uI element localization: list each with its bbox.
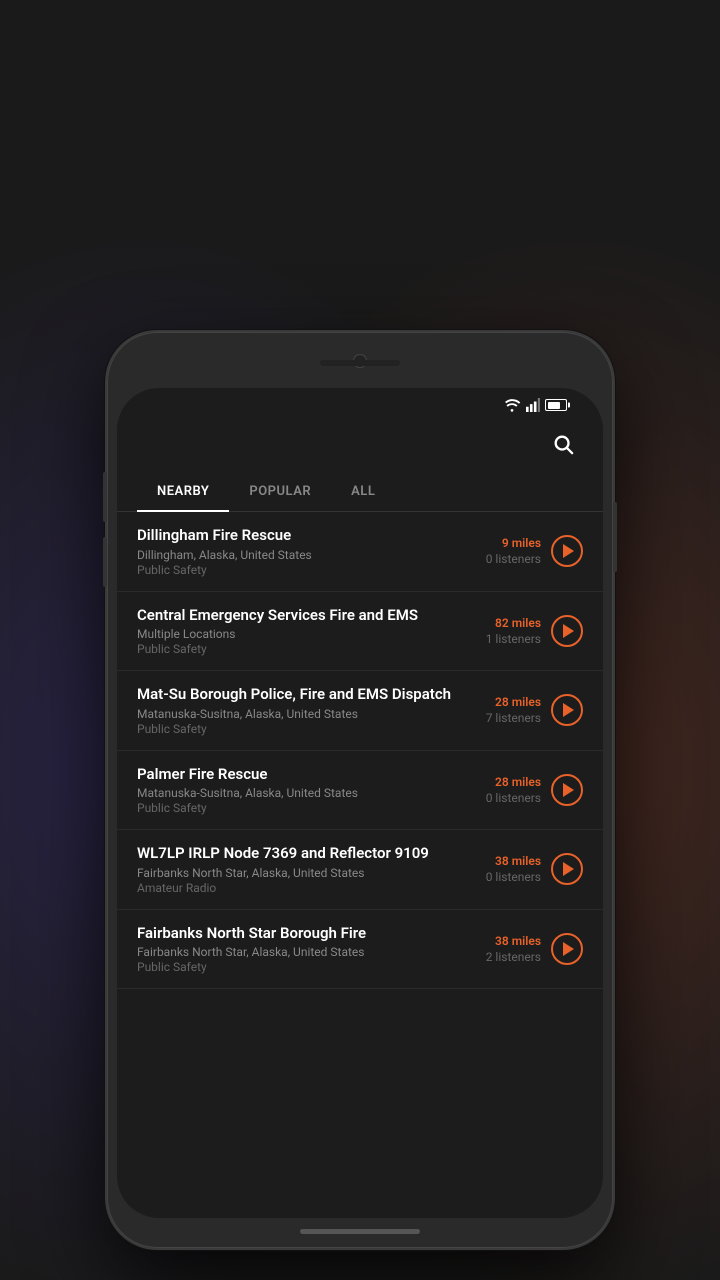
- item-name: Fairbanks North Star Borough Fire: [137, 924, 461, 944]
- item-name: Palmer Fire Rescue: [137, 765, 461, 785]
- item-meta: 9 miles 0 listeners: [471, 536, 541, 566]
- item-distance: 28 miles: [495, 695, 541, 709]
- item-listeners: 7 listeners: [486, 711, 541, 725]
- power-button: [613, 502, 617, 572]
- phone-shell: NEARBY POPULAR ALL Dillingham Fire Rescu…: [105, 330, 615, 1250]
- item-listeners: 1 listeners: [486, 632, 541, 646]
- item-info: Fairbanks North Star Borough Fire Fairba…: [137, 924, 461, 975]
- item-meta: 82 miles 1 listeners: [471, 616, 541, 646]
- volume-up-button: [103, 472, 107, 522]
- play-icon: [563, 942, 574, 956]
- tab-popular[interactable]: POPULAR: [229, 474, 331, 511]
- item-category: Amateur Radio: [137, 881, 461, 895]
- list-item[interactable]: Mat-Su Borough Police, Fire and EMS Disp…: [117, 671, 603, 751]
- item-info: Central Emergency Services Fire and EMS …: [137, 606, 461, 657]
- item-listeners: 0 listeners: [486, 870, 541, 884]
- item-distance: 38 miles: [495, 854, 541, 868]
- item-distance: 9 miles: [502, 536, 541, 550]
- list-item[interactable]: WL7LP IRLP Node 7369 and Reflector 9109 …: [117, 830, 603, 910]
- list-item[interactable]: Central Emergency Services Fire and EMS …: [117, 592, 603, 672]
- tab-all[interactable]: ALL: [331, 474, 395, 511]
- volume-down-button: [103, 537, 107, 587]
- phone-mockup: NEARBY POPULAR ALL Dillingham Fire Rescu…: [105, 330, 615, 1250]
- item-info: Dillingham Fire Rescue Dillingham, Alask…: [137, 526, 461, 577]
- item-name: Central Emergency Services Fire and EMS: [137, 606, 461, 626]
- item-location: Fairbanks North Star, Alaska, United Sta…: [137, 866, 461, 880]
- signal-icon: [526, 398, 540, 412]
- play-button[interactable]: [551, 615, 583, 647]
- item-location: Dillingham, Alaska, United States: [137, 548, 461, 562]
- item-info: WL7LP IRLP Node 7369 and Reflector 9109 …: [137, 844, 461, 895]
- item-category: Public Safety: [137, 642, 461, 656]
- item-name: Mat-Su Borough Police, Fire and EMS Disp…: [137, 685, 461, 705]
- wifi-icon: [503, 398, 521, 412]
- play-icon: [563, 703, 574, 717]
- item-listeners: 2 listeners: [486, 950, 541, 964]
- item-meta: 28 miles 0 listeners: [471, 775, 541, 805]
- item-meta: 38 miles 0 listeners: [471, 854, 541, 884]
- item-location: Matanuska-Susitna, Alaska, United States: [137, 707, 461, 721]
- play-icon: [563, 862, 574, 876]
- item-meta: 38 miles 2 listeners: [471, 934, 541, 964]
- tabs-bar: NEARBY POPULAR ALL: [117, 474, 603, 512]
- item-category: Public Safety: [137, 960, 461, 974]
- battery-icon: [545, 399, 567, 411]
- item-distance: 82 miles: [495, 616, 541, 630]
- item-name: WL7LP IRLP Node 7369 and Reflector 9109: [137, 844, 461, 864]
- play-button[interactable]: [551, 694, 583, 726]
- item-listeners: 0 listeners: [486, 552, 541, 566]
- phone-speaker: [320, 360, 400, 366]
- item-location: Fairbanks North Star, Alaska, United Sta…: [137, 945, 461, 959]
- item-meta: 28 miles 7 listeners: [471, 695, 541, 725]
- station-list: Dillingham Fire Rescue Dillingham, Alask…: [117, 512, 603, 1212]
- item-distance: 28 miles: [495, 775, 541, 789]
- item-name: Dillingham Fire Rescue: [137, 526, 461, 546]
- item-info: Mat-Su Borough Police, Fire and EMS Disp…: [137, 685, 461, 736]
- status-icons: [503, 398, 567, 412]
- play-icon: [563, 544, 574, 558]
- list-item[interactable]: Dillingham Fire Rescue Dillingham, Alask…: [117, 512, 603, 592]
- play-icon: [563, 783, 574, 797]
- phone-screen: NEARBY POPULAR ALL Dillingham Fire Rescu…: [117, 388, 603, 1218]
- tab-nearby[interactable]: NEARBY: [137, 474, 229, 511]
- item-category: Public Safety: [137, 801, 461, 815]
- status-bar: [117, 388, 603, 418]
- item-location: Multiple Locations: [137, 627, 461, 641]
- play-button[interactable]: [551, 774, 583, 806]
- item-info: Palmer Fire Rescue Matanuska-Susitna, Al…: [137, 765, 461, 816]
- app-header: [117, 418, 603, 474]
- play-button[interactable]: [551, 535, 583, 567]
- item-category: Public Safety: [137, 722, 461, 736]
- play-button[interactable]: [551, 853, 583, 885]
- item-location: Matanuska-Susitna, Alaska, United States: [137, 786, 461, 800]
- play-button[interactable]: [551, 933, 583, 965]
- phone-home-indicator: [300, 1229, 420, 1234]
- hero-section: [0, 0, 720, 100]
- item-distance: 38 miles: [495, 934, 541, 948]
- list-item[interactable]: Fairbanks North Star Borough Fire Fairba…: [117, 910, 603, 990]
- play-icon: [563, 624, 574, 638]
- item-category: Public Safety: [137, 563, 461, 577]
- item-listeners: 0 listeners: [486, 791, 541, 805]
- search-button[interactable]: [547, 428, 579, 460]
- list-item[interactable]: Palmer Fire Rescue Matanuska-Susitna, Al…: [117, 751, 603, 831]
